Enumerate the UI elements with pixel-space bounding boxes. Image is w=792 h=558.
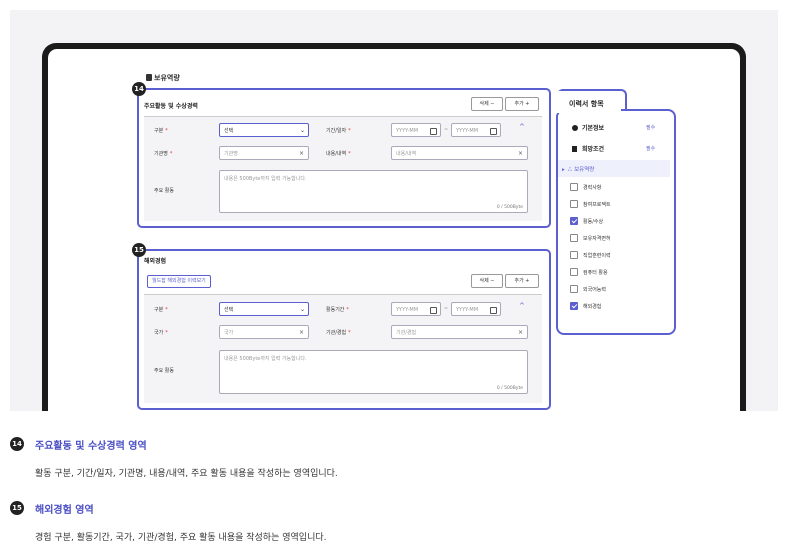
- calendar-icon: [490, 307, 497, 314]
- sidebar-title: 이력서 항목: [569, 100, 604, 108]
- end-date-input[interactable]: YYYY-MM: [451, 302, 501, 316]
- checkbox-label[interactable]: 외국어능력: [583, 286, 606, 293]
- desc-title-15: 해외경험 영역: [35, 505, 94, 516]
- period-label: 활동기간 *: [326, 307, 349, 313]
- end-date-input[interactable]: YYYY-MM: [451, 123, 501, 137]
- document-icon: [146, 74, 152, 81]
- clear-icon[interactable]: ×: [299, 326, 304, 340]
- caret-right-icon: ▸: [562, 167, 565, 173]
- section-title-label: 보유역량: [154, 74, 180, 82]
- required-tag: 필수: [646, 146, 656, 152]
- country-label: 국가 *: [154, 330, 168, 336]
- form-area: 구분 * 선택 ⌄ 활동기간 * YYYY-MM ~ YYYY-MM ^ 국가 * 국가…: [144, 294, 542, 403]
- delete-button[interactable]: 삭제 −: [471, 274, 503, 288]
- category-label: 구분 *: [154, 307, 168, 313]
- category-label: 구분 *: [154, 128, 168, 134]
- activity-award-panel: 주요활동 및 수상경력 삭제 − 추가 + 구분 * 선택 ⌄ 기간/일자 * YYY…: [137, 88, 551, 228]
- category-select[interactable]: 선택 ⌄: [219, 302, 309, 316]
- panel-title: 주요활동 및 수상경력: [144, 103, 198, 110]
- screenshot-stage: 보유역량 주요활동 및 수상경력 삭제 − 추가 + 구분 * 선택 ⌄ 기간/일자…: [10, 10, 778, 411]
- checkbox[interactable]: [570, 251, 578, 259]
- checkbox[interactable]: [570, 200, 578, 208]
- period-label: 기간/일자 *: [326, 128, 351, 134]
- people-icon: ஃ: [567, 167, 573, 173]
- activity-textarea[interactable]: 내용은 500Byte까지 입력 가능합니다. 0 / 500Byte: [219, 170, 528, 213]
- checkbox[interactable]: [570, 285, 578, 293]
- checkbox-label[interactable]: 보유자격면허: [583, 235, 611, 242]
- byte-counter: 0 / 500Byte: [496, 205, 523, 210]
- clear-icon[interactable]: ×: [299, 147, 304, 161]
- content-input[interactable]: 내용/내역 ×: [391, 146, 528, 160]
- collapse-chevron-icon[interactable]: ^: [519, 123, 525, 131]
- sidebar-item-desired[interactable]: 희망조건: [572, 144, 604, 153]
- start-date-input[interactable]: YYYY-MM: [391, 302, 441, 316]
- start-date-input[interactable]: YYYY-MM: [391, 123, 441, 137]
- desc-text-14: 활동 구분, 기간/일자, 기관명, 내용/내역, 주요 활동 내용을 작성하는…: [35, 469, 338, 479]
- form-area: 구분 * 선택 ⌄ 기간/일자 * YYYY-MM ~ YYYY-MM ^ 기관명 * …: [144, 116, 542, 221]
- annotation-badge-14: 14: [132, 82, 146, 96]
- content-label: 내용/내역 *: [326, 151, 351, 157]
- panel-title: 해외경험: [144, 258, 167, 265]
- add-button[interactable]: 추가 +: [505, 97, 539, 111]
- device-frame: 보유역량 주요활동 및 수상경력 삭제 − 추가 + 구분 * 선택 ⌄ 기간/일자…: [42, 43, 746, 411]
- org-label: 기관명 *: [154, 151, 173, 157]
- checkbox[interactable]: [570, 234, 578, 242]
- device-screen: 보유역량 주요활동 및 수상경력 삭제 − 추가 + 구분 * 선택 ⌄ 기간/일자…: [48, 49, 740, 411]
- country-input[interactable]: 국가 ×: [219, 325, 309, 339]
- tilde: ~: [444, 306, 449, 312]
- collapse-chevron-icon[interactable]: ^: [519, 302, 525, 310]
- desc-title-14: 주요활동 및 수상경력 영역: [35, 441, 147, 452]
- category-select[interactable]: 선택 ⌄: [219, 123, 309, 137]
- activity-label: 주요 활동: [154, 188, 174, 194]
- overseas-experience-panel: 해외경험 월드잡 해외경험 이력보기 삭제 − 추가 + 구분 * 선택 ⌄ 활동기…: [137, 249, 551, 410]
- checkbox-label[interactable]: 컴퓨터 활용: [583, 269, 608, 276]
- checkbox[interactable]: [570, 183, 578, 191]
- worldjob-history-button[interactable]: 월드잡 해외경험 이력보기: [147, 275, 211, 288]
- delete-button[interactable]: 삭제 −: [471, 97, 503, 111]
- activity-placeholder: 내용은 500Byte까지 입력 가능합니다.: [224, 356, 307, 362]
- org-experience-label: 기관/경험 *: [326, 330, 351, 336]
- checkbox-label[interactable]: 참여프로젝트: [583, 201, 611, 208]
- checkbox-label[interactable]: 경력사항: [583, 184, 601, 191]
- desc-badge-14: 14: [10, 437, 24, 451]
- clear-icon[interactable]: ×: [518, 326, 523, 340]
- calendar-icon: [490, 128, 497, 135]
- required-tag: 필수: [646, 125, 656, 131]
- checkbox-label[interactable]: 활동/수상: [583, 218, 603, 225]
- checkbox[interactable]: [570, 217, 578, 225]
- org-experience-input[interactable]: 기관/경험 ×: [391, 325, 528, 339]
- clear-icon[interactable]: ×: [518, 147, 523, 161]
- checkbox[interactable]: [570, 302, 578, 310]
- activity-placeholder: 내용은 500Byte까지 입력 가능합니다.: [224, 176, 307, 182]
- annotation-badge-15: 15: [132, 243, 146, 257]
- chevron-down-icon: ⌄: [299, 127, 305, 134]
- calendar-icon: [430, 128, 437, 135]
- calendar-icon: [430, 307, 437, 314]
- checkbox[interactable]: [570, 268, 578, 276]
- document-icon: [572, 146, 577, 152]
- checkbox-label[interactable]: 직업훈련이력: [583, 252, 611, 259]
- activity-textarea[interactable]: 내용은 500Byte까지 입력 가능합니다. 0 / 500Byte: [219, 350, 528, 394]
- org-input[interactable]: 기관명 ×: [219, 146, 309, 160]
- activity-label: 주요 활동: [154, 368, 174, 374]
- desc-text-15: 경험 구분, 활동기간, 국가, 기관/경험, 주요 활동 내용을 작성하는 영…: [35, 533, 327, 543]
- byte-counter: 0 / 500Byte: [496, 386, 523, 391]
- add-button[interactable]: 추가 +: [505, 274, 539, 288]
- section-title: 보유역량: [146, 73, 180, 83]
- checkbox-label[interactable]: 해외경험: [583, 303, 601, 310]
- chevron-down-icon: ⌄: [299, 306, 305, 313]
- sidebar-item-competency[interactable]: ▸ ஃ 보유역량: [562, 165, 594, 174]
- tilde: ~: [444, 127, 449, 133]
- user-circle-icon: [572, 125, 578, 131]
- sidebar-item-basic-info[interactable]: 기본정보: [572, 123, 604, 132]
- desc-badge-15: 15: [10, 501, 24, 515]
